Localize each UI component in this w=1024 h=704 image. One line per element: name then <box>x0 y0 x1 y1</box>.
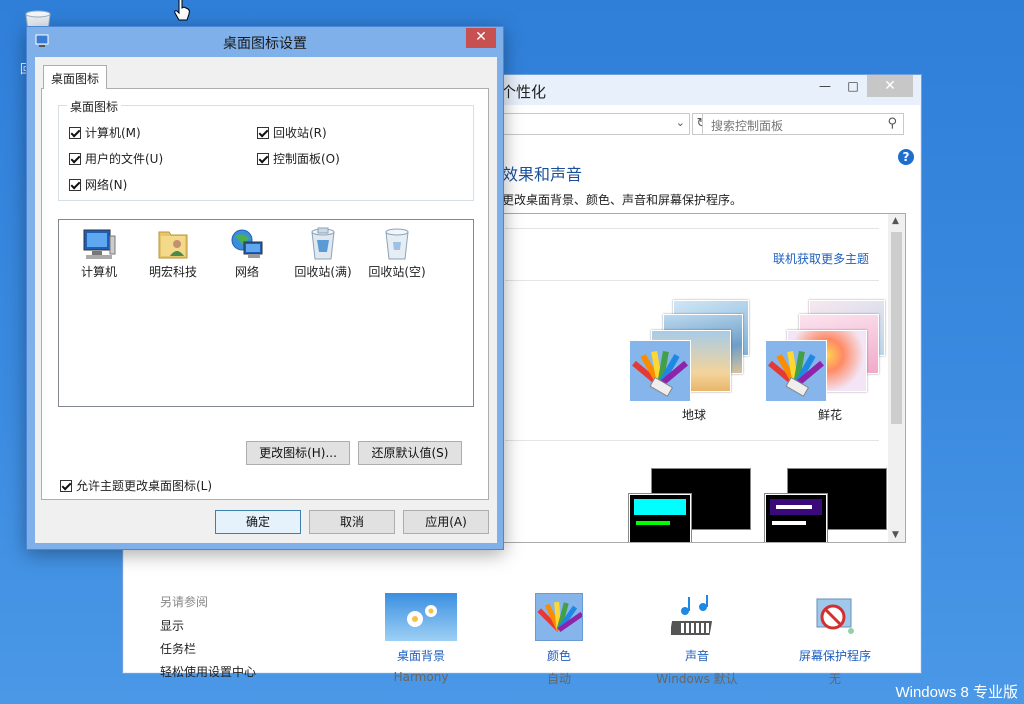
theme-name: 鲜花 <box>817 408 842 422</box>
high-contrast-swatch-2 <box>764 493 828 542</box>
checkbox-checked-icon[interactable] <box>69 126 81 139</box>
desktop-background-label: 桌面背景 <box>396 649 445 663</box>
theme-name: 地球 <box>681 408 706 422</box>
scroll-thumb[interactable] <box>891 232 902 424</box>
page-description: 更改桌面背景、颜色、声音和屏幕保护程序。 <box>502 193 743 207</box>
checkbox-checked-icon[interactable] <box>69 178 81 191</box>
dialog-close-button[interactable]: ✕ <box>466 28 496 48</box>
divider <box>505 440 879 441</box>
tab-panel: 桌面图标 计算机(M) 回收站(R) 用户的文件(U) 控制面板(O) 网络(N… <box>41 88 489 500</box>
divider <box>505 228 879 229</box>
scroll-up-icon[interactable]: ▲ <box>892 216 899 226</box>
dialog-title: 桌面图标设置 <box>223 36 307 52</box>
window-controls: — □ ✕ <box>811 75 913 97</box>
see-also-heading: 另请参阅 <box>160 595 209 609</box>
change-icon-button[interactable]: 更改图标(H)... <box>246 441 350 465</box>
checkbox-computer[interactable]: 计算机(M) <box>69 124 141 141</box>
screen-saver-value: 无 <box>828 672 841 686</box>
maximize-button[interactable]: □ <box>839 75 867 97</box>
cancel-button[interactable]: 取消 <box>309 510 395 534</box>
close-button[interactable]: ✕ <box>867 75 913 97</box>
screen-saver-item[interactable]: 屏幕保护程序 无 <box>780 593 890 687</box>
theme-list[interactable]: 联机获取更多主题 地球 鲜花 ▲ ▼ <box>494 213 906 543</box>
sound-icon <box>669 593 723 641</box>
checkbox-label: 控制面板(O) <box>273 152 340 166</box>
icon-label: 计算机 <box>80 265 117 279</box>
see-also-ease-of-access-link[interactable]: 轻松使用设置中心 <box>160 663 256 680</box>
color-palette-icon <box>765 340 827 402</box>
recycle-bin-empty-icon <box>385 228 409 260</box>
checkbox-checked-icon[interactable] <box>60 479 72 492</box>
chevron-down-icon[interactable]: ⌄ <box>676 116 685 129</box>
screen-saver-icon <box>811 593 859 641</box>
theme-earth[interactable]: 地球 <box>629 300 759 422</box>
icon-list[interactable]: 计算机 明宏科技 网络 回收站(满) 回收站(空) <box>58 219 474 407</box>
window-title: 个性化 <box>501 83 547 101</box>
list-item[interactable]: 网络 <box>209 224 285 280</box>
list-item[interactable]: 明宏科技 <box>135 224 211 280</box>
minimize-button[interactable]: — <box>811 75 839 97</box>
search-input[interactable]: 搜索控制面板 ⚲ <box>702 113 904 135</box>
theme-flowers[interactable]: 鲜花 <box>765 300 895 422</box>
checkbox-label: 计算机(M) <box>85 126 141 140</box>
list-item[interactable]: 回收站(满) <box>285 224 361 280</box>
checkbox-label: 网络(N) <box>85 178 128 192</box>
computer-icon <box>83 229 116 259</box>
list-item[interactable]: 计算机 <box>61 224 137 280</box>
checkbox-checked-icon[interactable] <box>257 152 269 165</box>
color-palette-icon <box>629 340 691 402</box>
search-icon[interactable]: ⚲ <box>887 116 897 131</box>
checkbox-user-files[interactable]: 用户的文件(U) <box>69 150 163 167</box>
icon-label: 回收站(满) <box>294 265 352 279</box>
list-item[interactable]: 回收站(空) <box>359 224 435 280</box>
sound-value: Windows 默认 <box>656 672 738 686</box>
apply-button[interactable]: 应用(A) <box>403 510 489 534</box>
hand-cursor-icon <box>174 0 190 21</box>
tab-desktop-icons[interactable]: 桌面图标 <box>43 65 108 89</box>
checkbox-recycle-bin[interactable]: 回收站(R) <box>257 124 327 141</box>
sound-label: 声音 <box>684 649 709 663</box>
desktop-background-thumbnail <box>385 593 457 641</box>
sound-item[interactable]: 声音 Windows 默认 <box>642 593 752 687</box>
color-label: 颜色 <box>546 649 571 663</box>
checkbox-label: 回收站(R) <box>273 126 327 140</box>
dialog-client: 桌面图标 桌面图标 计算机(M) 回收站(R) 用户的文件(U) 控制面板(O)… <box>35 57 497 543</box>
address-bar[interactable]: ⌄ <box>500 113 690 135</box>
group-label: 桌面图标 <box>67 98 122 115</box>
checkbox-control-panel[interactable]: 控制面板(O) <box>257 150 340 167</box>
desktop-background-value: Harmony <box>393 670 449 684</box>
desktop-icons-group: 桌面图标 计算机(M) 回收站(R) 用户的文件(U) 控制面板(O) 网络(N… <box>58 98 474 201</box>
checkbox-checked-icon[interactable] <box>69 152 81 165</box>
screen-saver-label: 屏幕保护程序 <box>798 649 871 663</box>
icon-label: 回收站(空) <box>368 265 426 279</box>
icon-label: 网络 <box>234 265 259 279</box>
checkbox-checked-icon[interactable] <box>257 126 269 139</box>
network-icon <box>231 229 263 258</box>
see-also-display-link[interactable]: 显示 <box>160 617 184 634</box>
get-more-themes-link[interactable]: 联机获取更多主题 <box>773 250 869 267</box>
scroll-down-icon[interactable]: ▼ <box>892 530 899 540</box>
high-contrast-swatch-1 <box>628 493 692 542</box>
color-value: 自动 <box>546 672 571 686</box>
desktop-icon-settings-dialog: 桌面图标设置 ✕ 桌面图标 桌面图标 计算机(M) 回收站(R) 用户的文件(U… <box>26 26 504 550</box>
color-palette-icon <box>535 593 584 641</box>
page-heading: 效果和声音 <box>502 165 583 184</box>
see-also-taskbar-link[interactable]: 任务栏 <box>160 640 196 657</box>
help-icon[interactable]: ? <box>898 149 914 165</box>
search-placeholder: 搜索控制面板 <box>711 119 784 133</box>
theme-list-scrollbar[interactable]: ▲ ▼ <box>888 214 905 542</box>
os-edition-watermark: Windows 8 专业版 <box>895 684 1018 701</box>
recycle-bin-full-icon <box>311 227 335 260</box>
checkbox-label: 用户的文件(U) <box>85 152 164 166</box>
color-item[interactable]: 颜色 自动 <box>504 593 614 687</box>
divider <box>505 280 879 281</box>
ok-button[interactable]: 确定 <box>215 510 301 534</box>
desktop-background-item[interactable]: 桌面背景 Harmony <box>366 593 476 684</box>
checkbox-allow-themes[interactable]: 允许主题更改桌面图标(L) <box>60 477 212 494</box>
checkbox-label: 允许主题更改桌面图标(L) <box>76 479 213 493</box>
checkbox-network[interactable]: 网络(N) <box>69 176 127 193</box>
user-folder-icon <box>158 231 188 259</box>
restore-default-button[interactable]: 还原默认值(S) <box>358 441 462 465</box>
icon-label: 明宏科技 <box>148 265 197 279</box>
